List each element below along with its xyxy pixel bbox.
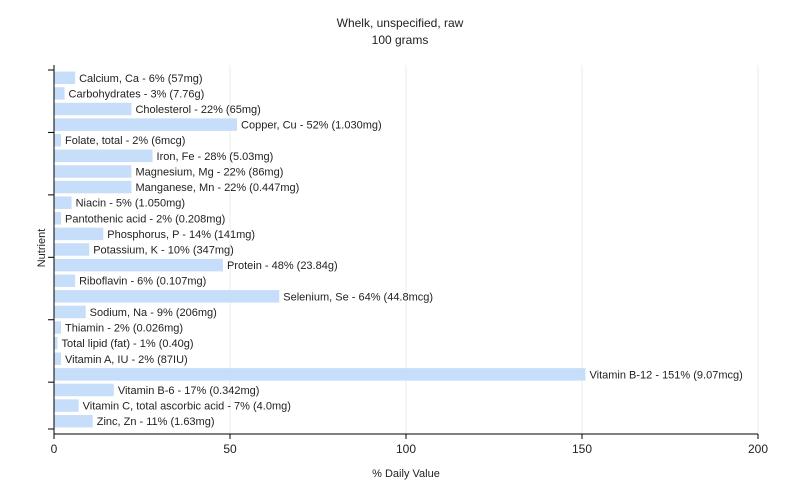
bar-label: Sodium, Na - 9% (206mg) xyxy=(90,307,217,319)
bar xyxy=(54,87,65,100)
bar-label: Selenium, Se - 64% (44.8mcg) xyxy=(283,291,433,303)
bar xyxy=(54,133,62,147)
x-tick-label: 200 xyxy=(748,442,768,456)
bar xyxy=(54,368,586,381)
bar-label: Cholesterol - 22% (65mg) xyxy=(135,104,260,116)
bar xyxy=(54,212,62,225)
bar-label: Calcium, Ca - 6% (57mg) xyxy=(79,73,202,85)
bar-label: Protein - 48% (23.84g) xyxy=(227,260,338,272)
bar xyxy=(54,321,62,334)
bar-label: Vitamin B-12 - 151% (9.07mcg) xyxy=(590,369,743,381)
bar xyxy=(54,243,90,256)
x-tick-label: 50 xyxy=(223,442,237,456)
x-tick-label: 0 xyxy=(51,442,58,456)
nutrient-bar-chart: Whelk, unspecified, raw 100 grams Calciu… xyxy=(36,16,768,480)
bar xyxy=(54,118,238,131)
y-axis-label: Nutrient xyxy=(36,229,48,268)
bar xyxy=(54,180,132,194)
chart-title: Whelk, unspecified, raw xyxy=(337,16,464,30)
bar xyxy=(54,399,79,412)
bar-label: Vitamin A, IU - 2% (87IU) xyxy=(65,354,188,366)
bar xyxy=(54,383,114,397)
bar-label: Riboflavin - 6% (0.107mg) xyxy=(79,276,206,288)
x-tick-label: 100 xyxy=(396,442,416,456)
bar xyxy=(54,165,132,178)
bar-label: Folate, total - 2% (6mcg) xyxy=(65,135,185,147)
bar-label: Iron, Fe - 28% (5.03mg) xyxy=(157,151,274,163)
bar-label: Vitamin B-6 - 17% (0.342mg) xyxy=(118,385,260,397)
x-tick-label: 150 xyxy=(572,442,592,456)
x-axis-label: % Daily Value xyxy=(372,468,440,480)
bar xyxy=(54,414,93,428)
bar-label: Total lipid (fat) - 1% (0.40g) xyxy=(62,338,194,350)
bar-label: Niacin - 5% (1.050mg) xyxy=(76,198,185,210)
bar-label: Pantothenic acid - 2% (0.208mg) xyxy=(65,213,225,225)
bar-label: Phosphorus, P - 14% (141mg) xyxy=(107,229,255,241)
bar xyxy=(54,290,280,303)
bar-label: Copper, Cu - 52% (1.030mg) xyxy=(241,120,382,132)
bar xyxy=(54,149,153,163)
bar xyxy=(54,258,223,272)
bar-label: Thiamin - 2% (0.026mg) xyxy=(65,323,183,335)
bar-label: Manganese, Mn - 22% (0.447mg) xyxy=(135,182,299,194)
bar-label: Vitamin C, total ascorbic acid - 7% (4.0… xyxy=(83,401,291,413)
bar xyxy=(54,352,62,366)
bar-label: Zinc, Zn - 11% (1.63mg) xyxy=(97,416,215,428)
bar xyxy=(54,305,86,319)
bar xyxy=(54,227,104,241)
bar-label: Potassium, K - 10% (347mg) xyxy=(93,245,234,257)
bar-label: Carbohydrates - 3% (7.76g) xyxy=(69,88,205,100)
bar xyxy=(54,274,76,287)
chart-subtitle: 100 grams xyxy=(372,33,429,47)
bar xyxy=(54,102,132,116)
bar xyxy=(54,336,58,350)
bar xyxy=(54,71,76,85)
bar xyxy=(54,196,72,209)
bar-label: Magnesium, Mg - 22% (86mg) xyxy=(135,166,283,178)
